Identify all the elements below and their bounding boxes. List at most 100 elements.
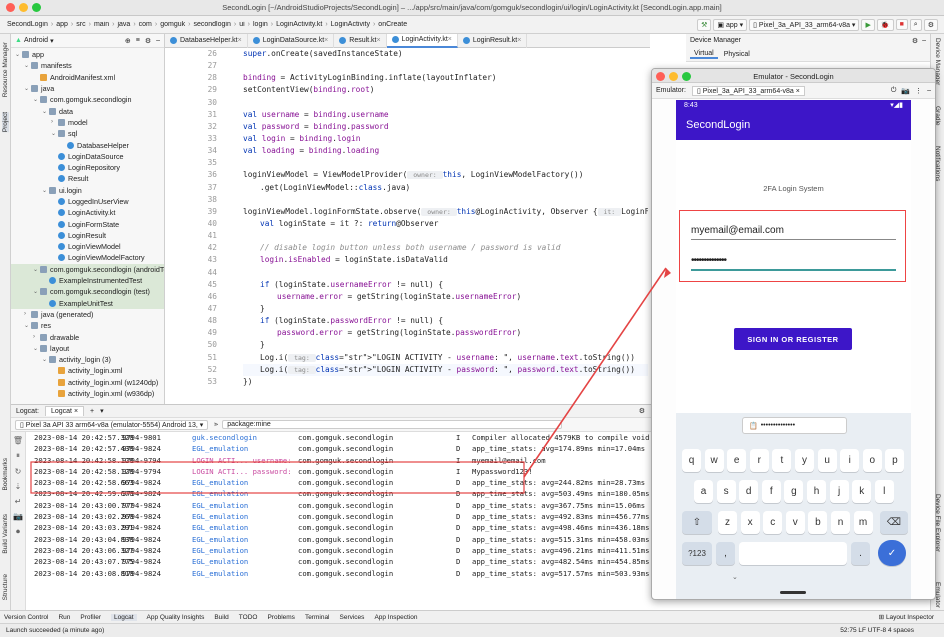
chevron-down-icon[interactable]: ▾ <box>50 37 54 45</box>
enter-check-icon[interactable]: ✓ <box>878 540 906 566</box>
record-icon[interactable]: ⏺ <box>11 527 25 537</box>
bookmarks-tab[interactable]: Bookmarks <box>2 458 9 491</box>
key[interactable]: k <box>852 480 872 503</box>
tree-item[interactable]: ⌄ activity_login (3) <box>11 354 164 365</box>
code-line[interactable]: val login = binding.login <box>243 133 648 145</box>
space-key[interactable] <box>739 542 847 565</box>
password-field[interactable]: •••••••••••••• <box>691 255 896 271</box>
breadcrumb-item[interactable]: secondlogin <box>190 21 233 28</box>
search-icon[interactable]: ⌕ <box>909 18 922 31</box>
tree-item[interactable]: ⌄ com.gomguk.secondlogin <box>11 94 164 105</box>
key[interactable]: t <box>772 449 792 472</box>
locate-icon[interactable]: ⊕ <box>125 37 131 45</box>
expand-icon[interactable]: ⌄ <box>51 130 58 137</box>
breadcrumb-item[interactable]: com <box>136 21 155 28</box>
log-row[interactable]: 2023-08-14 20:43:06.327 9794-9824 EGL_emul… <box>26 545 651 556</box>
hammer-icon[interactable]: ⚒ <box>697 18 712 31</box>
editor-tab[interactable]: DatabaseHelper.kt × <box>165 33 248 48</box>
editor-tab[interactable]: LoginDataSource.kt × <box>248 33 335 48</box>
gear-icon[interactable]: ⚙ <box>639 407 645 415</box>
key[interactable]: i <box>840 449 860 472</box>
settings-icon[interactable]: ⚙ <box>923 18 938 31</box>
hide-panel-icon[interactable]: – <box>156 37 160 44</box>
device-select[interactable]: ▯ Pixel_3a_API_33_arm64-v8a ▾ <box>749 18 860 31</box>
breadcrumb-item[interactable]: login <box>250 21 271 28</box>
log-row[interactable]: 2023-08-14 20:43:07.775 9794-9824 EGL_emul… <box>26 556 651 567</box>
maximize-window-button[interactable] <box>682 72 691 81</box>
breadcrumb-item[interactable]: main <box>91 21 112 28</box>
editor-tab[interactable]: LoginResult.kt × <box>458 33 528 48</box>
tree-item[interactable]: Result <box>11 173 164 184</box>
tool-window-button[interactable]: App Quality Insights <box>147 614 205 621</box>
expand-icon[interactable]: ⌄ <box>33 345 40 352</box>
code-line[interactable]: loginViewModel = ViewModelProvider( owne… <box>243 169 648 181</box>
tree-item[interactable]: ⌄ manifests <box>11 60 164 71</box>
build-variants-tab[interactable]: Build Variants <box>2 514 9 554</box>
key[interactable]: p <box>885 449 905 472</box>
emulator-device-tab[interactable]: ▯ Pixel_3a_API_33_arm64-v8a × <box>691 85 805 96</box>
code-line[interactable] <box>243 194 648 206</box>
logcat-device-select[interactable]: ▯ Pixel 3a API 33 arm64-v8a (emulator-55… <box>15 419 209 430</box>
tree-item[interactable]: LoginDataSource <box>11 151 164 162</box>
breadcrumb-item[interactable]: LoginActivity <box>328 21 373 28</box>
tree-item[interactable]: activity_login.xml (w936dp) <box>11 388 164 399</box>
code-line[interactable]: } <box>243 303 648 315</box>
key[interactable]: s <box>716 480 736 503</box>
log-row[interactable]: 2023-08-14 20:42:58.128 9794-9794 LOGIN AC… <box>26 455 651 466</box>
expand-icon[interactable]: ⌄ <box>42 108 49 115</box>
code-line[interactable]: if (loginState.usernameError != null) { <box>243 279 648 291</box>
breadcrumb-item[interactable]: LoginActivity.kt <box>273 21 325 28</box>
expand-icon[interactable]: ⌄ <box>33 288 40 295</box>
tree-item[interactable]: LoginFormState <box>11 218 164 229</box>
log-row[interactable]: 2023-08-14 20:42:58.663 9794-9824 EGL_emul… <box>26 477 651 488</box>
tab-virtual[interactable]: Virtual <box>690 50 718 59</box>
expand-icon[interactable]: ⌄ <box>24 322 31 329</box>
code-line[interactable]: .get(LoginViewModel::class.java) <box>243 182 648 194</box>
run-config-select[interactable]: ▣ app ▾ <box>713 18 748 31</box>
tree-item[interactable]: LoginActivity.kt <box>11 207 164 218</box>
key[interactable]: z <box>718 511 737 534</box>
log-row[interactable]: 2023-08-14 20:42:57.438 9794-9824 EGL_emul… <box>26 443 651 454</box>
tree-item[interactable]: LoggedInUserView <box>11 196 164 207</box>
tree-item[interactable]: ⌄ layout <box>11 343 164 354</box>
tool-window-button[interactable]: App Inspection <box>374 614 417 621</box>
code-line[interactable]: }) <box>243 376 648 388</box>
debug-icon[interactable]: 🐞 <box>876 18 894 31</box>
pause-icon[interactable]: ⏸ <box>11 451 25 461</box>
hide-panel-icon[interactable]: – <box>927 87 931 94</box>
close-icon[interactable]: × <box>74 408 78 415</box>
key[interactable]: b <box>808 511 828 534</box>
tree-item[interactable]: activity_login.xml <box>11 365 164 376</box>
close-icon[interactable]: × <box>796 88 800 95</box>
tree-item[interactable]: ExampleUnitTest <box>11 297 164 309</box>
tree-item[interactable]: ⌄ app <box>11 49 164 60</box>
tree-item[interactable]: ⌄ res <box>11 320 164 331</box>
tool-window-button[interactable]: Run <box>58 614 70 621</box>
breadcrumb-item[interactable]: java <box>114 21 133 28</box>
key[interactable]: r <box>749 449 769 472</box>
tree-item[interactable]: ExampleInstrumentedTest <box>11 274 164 287</box>
code-line[interactable]: val password = binding.password <box>243 121 648 133</box>
hide-panel-icon[interactable]: – <box>922 37 926 44</box>
key[interactable]: n <box>831 511 850 534</box>
layout-inspector-button[interactable]: ⊞ Layout Inspector <box>879 613 934 621</box>
project-tab[interactable]: Project <box>2 112 9 133</box>
more-icon[interactable]: ⋮ <box>915 87 922 95</box>
code-line[interactable]: password.error = getString(loginState.pa… <box>243 327 648 339</box>
restart-icon[interactable]: ↻ <box>11 467 25 476</box>
code-line[interactable]: setContentView(binding.root) <box>243 84 648 96</box>
code-line[interactable]: val loginState = it ?: return@Observer <box>243 218 648 230</box>
tool-window-button[interactable]: Problems <box>267 614 294 621</box>
code-line[interactable]: login.isEnabled = loginState.isDataValid <box>243 254 648 266</box>
close-icon[interactable]: × <box>377 37 381 44</box>
key[interactable]: a <box>694 480 713 503</box>
close-icon[interactable]: × <box>517 37 521 44</box>
breadcrumb-item[interactable]: gomguk <box>157 21 188 28</box>
tool-window-button[interactable]: Services <box>340 614 365 621</box>
key[interactable]: l <box>874 480 894 503</box>
tree-item[interactable]: ⌄ sql <box>11 128 164 139</box>
tool-window-button[interactable]: TODO <box>239 614 258 621</box>
key[interactable]: u <box>817 449 837 472</box>
expand-icon[interactable]: ⌄ <box>33 266 40 273</box>
key[interactable]: e <box>727 449 747 472</box>
